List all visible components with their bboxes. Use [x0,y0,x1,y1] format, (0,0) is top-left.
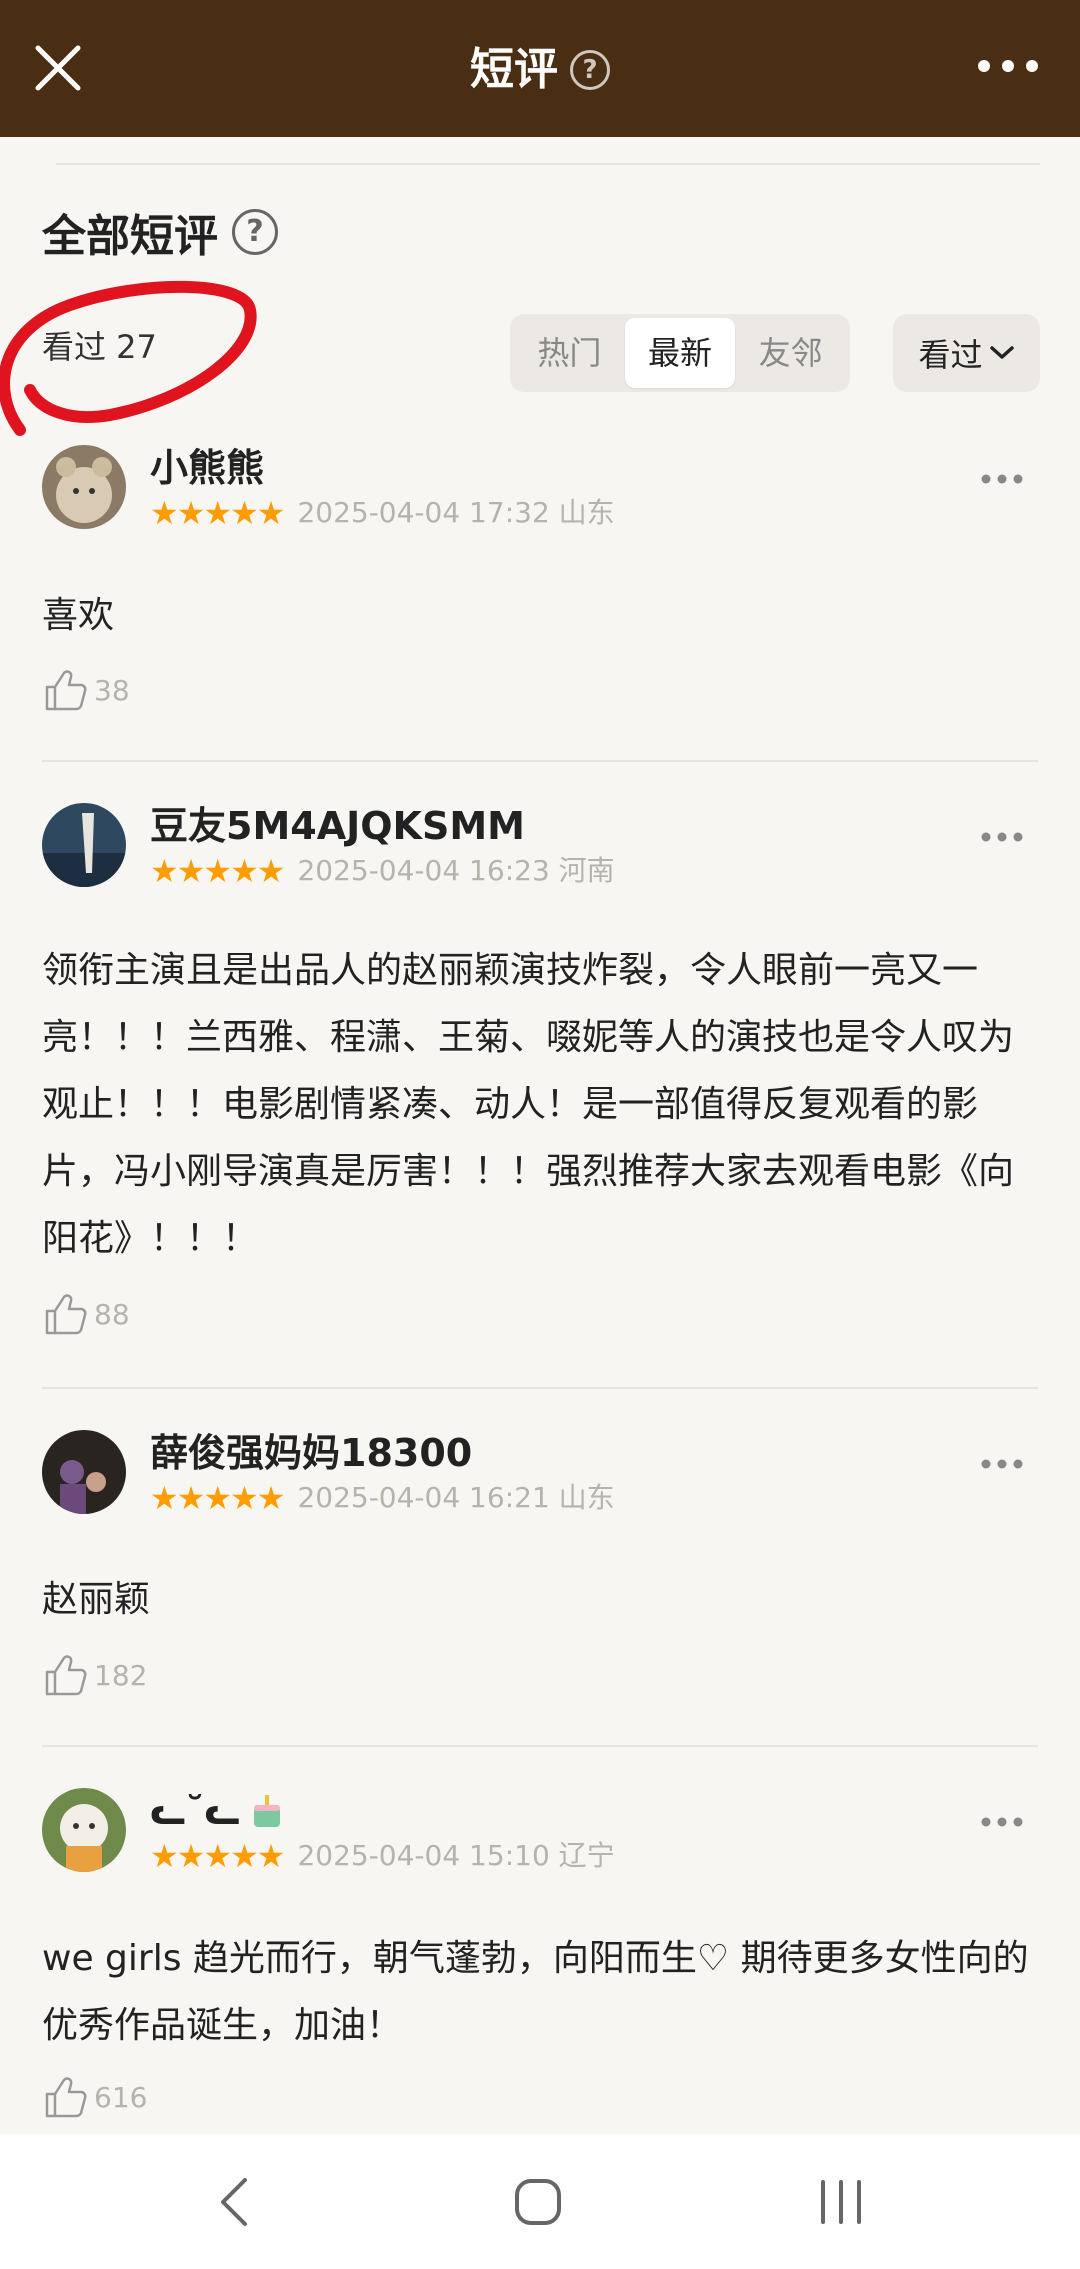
avatar[interactable] [42,1430,126,1514]
divider [42,760,1038,762]
rating-stars: ★★★★★ [150,1479,285,1517]
review-text: 喜欢 [42,595,115,636]
like-button[interactable]: 616 [42,2074,147,2120]
sort-tabs: 热门 最新 友邻 [510,314,850,392]
like-button[interactable]: 182 [42,1652,147,1698]
like-button[interactable]: 38 [42,667,130,713]
recent-apps-icon[interactable] [815,2176,867,2228]
more-options-icon[interactable] [980,1458,1024,1470]
red-annotation-circle [0,280,257,436]
chevron-down-icon [989,346,1014,359]
avatar[interactable] [42,803,126,887]
username[interactable]: 小熊熊 [150,445,264,491]
rating-stars: ★★★★★ [150,852,285,890]
more-options-icon[interactable] [980,1816,1024,1828]
time-location: 2025-04-04 16:23 河南 [297,854,615,887]
review-text: 领衔主演且是出品人的赵丽颖演技炸裂，令人眼前一亮又一亮！！！兰西雅、程潇、王菊、… [42,950,1015,1259]
divider [42,1387,1038,1389]
like-button[interactable]: 88 [42,1291,130,1337]
top-bar: 短评 ? [0,0,1080,137]
filter-label: 看过 [918,336,983,374]
time-location: 2025-04-04 16:21 山东 [297,1481,615,1514]
thumbs-up-icon [45,1655,87,1696]
system-nav-bar [0,2134,1080,2269]
tab-hot[interactable]: 热门 [514,318,625,388]
more-options-icon[interactable] [976,54,1040,78]
username[interactable]: 薛俊强妈妈18300 [150,1430,472,1476]
section-title-text: 全部短评 [42,211,218,262]
avatar[interactable] [42,1788,126,1872]
home-icon[interactable] [512,2176,564,2228]
review-text: we girls 趋光而行，朝气蓬勃，向阳而生♡ 期待更多女性向的优秀作品诞生，… [42,1938,1029,2046]
avatar[interactable] [42,445,126,529]
time-location: 2025-04-04 15:10 辽宁 [297,1839,615,1872]
help-icon[interactable]: ? [570,50,610,90]
thumbs-up-icon [45,670,87,711]
tab-friends[interactable]: 友邻 [735,318,846,388]
divider [56,163,1040,165]
thumbs-up-icon [45,2077,87,2118]
like-count: 616 [94,2080,148,2114]
watch-filter-dropdown[interactable]: 看过 [893,314,1040,392]
username[interactable]: 豆友5M4AJQKSMM [150,803,525,849]
back-icon[interactable] [215,2176,255,2228]
review-item: 豆友5M4AJQKSMM ★★★★★ 2025-04-04 16:23 河南 领… [42,803,1038,1343]
time-location: 2025-04-04 17:32 山东 [297,496,615,529]
more-options-icon[interactable] [980,473,1024,485]
cake-icon [250,1793,284,1829]
like-count: 182 [94,1658,148,1692]
divider [42,1745,1038,1747]
review-text: 赵丽颖 [42,1579,151,1620]
thumbs-up-icon [45,1294,87,1335]
tab-latest[interactable]: 最新 [624,318,736,388]
review-item: 薛俊强妈妈18300 ★★★★★ 2025-04-04 16:21 山东 赵丽颖… [42,1430,1038,1710]
username[interactable]: ᓚ˘ᓚ [150,1788,240,1834]
review-item: ᓚ˘ᓚ ★★★★★ 2025-04-04 15:10 辽宁 we girls 趋… [42,1788,1038,2128]
like-count: 38 [94,673,130,707]
like-count: 88 [94,1297,130,1331]
page-title: 短评 [470,44,558,95]
section-title: 全部短评 ? [42,200,278,264]
more-options-icon[interactable] [980,831,1024,843]
rating-stars: ★★★★★ [150,494,285,532]
review-item: 小熊熊 ★★★★★ 2025-04-04 17:32 山东 喜欢 38 [42,445,1038,725]
rating-stars: ★★★★★ [150,1837,285,1875]
help-icon[interactable]: ? [232,209,278,255]
